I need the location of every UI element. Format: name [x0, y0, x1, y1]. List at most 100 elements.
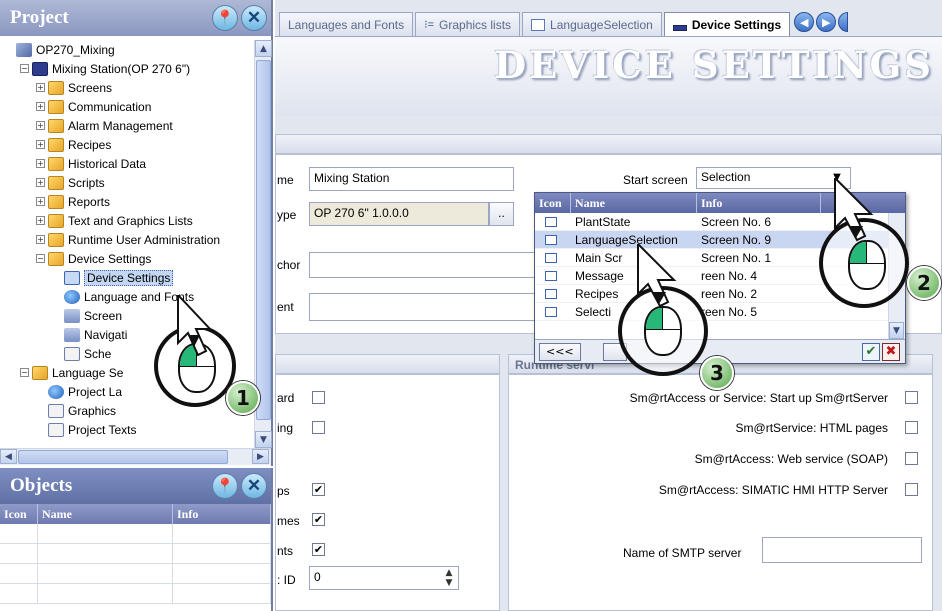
folder-icon: [32, 365, 48, 380]
tree-node[interactable]: + Screens: [0, 78, 254, 97]
pin-icon[interactable]: 📍: [212, 473, 238, 499]
tab-languages-and-fonts[interactable]: Languages and Fonts: [279, 12, 414, 36]
pointer-arrow-icon: [637, 244, 677, 308]
id-spinner-field[interactable]: 0: [309, 566, 459, 590]
option-checkbox[interactable]: [312, 421, 325, 434]
tab-language-selection[interactable]: LanguageSelection: [522, 12, 662, 36]
expand-icon[interactable]: +: [36, 102, 45, 111]
objects-panel-title: Objects 📍 ✕: [0, 468, 271, 504]
expand-icon[interactable]: +: [36, 121, 45, 130]
tree-node[interactable]: + Scripts: [0, 173, 254, 192]
tree-node-label: Device Settings: [68, 251, 152, 266]
table-row[interactable]: [0, 544, 271, 564]
tree-horizontal-scrollbar[interactable]: ◀ ▶: [0, 448, 271, 465]
table-row[interactable]: [0, 524, 271, 544]
option-checkbox[interactable]: ✔: [312, 543, 325, 556]
folder-icon: [48, 175, 64, 190]
tree-node-label: Screens: [68, 80, 113, 95]
tree-node[interactable]: + Reports: [0, 192, 254, 211]
device-type-browse-button[interactable]: ..: [489, 202, 514, 226]
tree-node-label: Communication: [68, 99, 152, 114]
expand-icon[interactable]: +: [36, 159, 45, 168]
collapse-icon[interactable]: −: [36, 254, 45, 263]
tree-node[interactable]: + Communication: [0, 97, 254, 116]
column-header-name[interactable]: Name: [571, 193, 697, 213]
objects-table-header: Icon Name Info: [0, 504, 271, 524]
expand-icon[interactable]: +: [36, 178, 45, 187]
column-header-icon[interactable]: Icon: [535, 193, 571, 213]
tree-hscroll-thumb[interactable]: [18, 450, 228, 464]
tree-node-label: Scripts: [68, 175, 105, 190]
scroll-down-icon[interactable]: ▼: [255, 431, 272, 448]
smtp-server-field[interactable]: [762, 537, 922, 563]
runtime-service-checkbox[interactable]: [905, 391, 918, 404]
column-header-name[interactable]: Name: [38, 504, 173, 524]
close-icon[interactable]: ✕: [241, 473, 267, 499]
folder-icon: [48, 194, 64, 209]
tree-node[interactable]: − Mixing Station(OP 270 6"): [0, 59, 254, 78]
callout-1: 1: [150, 295, 260, 415]
column-header-icon[interactable]: Icon: [0, 504, 38, 524]
scroll-left-icon[interactable]: ◀: [0, 449, 17, 464]
screen-icon: [545, 253, 557, 263]
tree-node[interactable]: Device Settings: [0, 268, 254, 287]
tree-node-label: Device Settings: [84, 269, 174, 286]
column-header-info[interactable]: Info: [173, 504, 271, 524]
table-row[interactable]: [0, 584, 271, 604]
confirm-check-icon[interactable]: ✔: [862, 343, 880, 361]
option-checkbox[interactable]: ✔: [312, 513, 325, 526]
collapse-icon[interactable]: −: [20, 64, 29, 73]
collapse-icon[interactable]: −: [20, 368, 29, 377]
tree-node[interactable]: − Device Settings: [0, 249, 254, 268]
tab-scroll-right-icon[interactable]: ▶: [816, 12, 837, 32]
step-badge: 2: [907, 266, 941, 300]
author-field[interactable]: [309, 252, 549, 278]
tree-node[interactable]: + Text and Graphics Lists: [0, 211, 254, 230]
option-checkbox[interactable]: ✔: [312, 483, 325, 496]
expand-icon[interactable]: +: [36, 235, 45, 244]
back-button[interactable]: <<<: [539, 343, 581, 361]
column-header-info[interactable]: Info: [697, 193, 821, 213]
option-checkbox[interactable]: [312, 391, 325, 404]
expand-icon[interactable]: +: [36, 140, 45, 149]
tree-node-label: Project La: [68, 384, 123, 399]
comment-field[interactable]: [309, 293, 549, 321]
pin-icon[interactable]: 📍: [212, 5, 238, 31]
cancel-x-icon[interactable]: ✖: [882, 343, 900, 361]
tree-node[interactable]: OP270_Mixing: [0, 40, 254, 59]
expand-icon[interactable]: +: [36, 197, 45, 206]
tree-node-label: Language Se: [52, 365, 124, 380]
tree-node[interactable]: + Historical Data: [0, 154, 254, 173]
tree-node[interactable]: + Alarm Management: [0, 116, 254, 135]
runtime-service-checkbox[interactable]: [905, 483, 918, 496]
device-icon: [32, 61, 48, 76]
name-field[interactable]: Mixing Station: [309, 167, 514, 191]
tab-scroll-left-icon[interactable]: ◀: [794, 12, 815, 32]
screen-icon: [545, 307, 557, 317]
table-row[interactable]: [0, 564, 271, 584]
scroll-up-icon[interactable]: ▲: [255, 40, 272, 57]
close-icon[interactable]: ✕: [241, 5, 267, 31]
expand-icon[interactable]: +: [36, 83, 45, 92]
expand-icon[interactable]: +: [36, 216, 45, 225]
globe-icon: [48, 384, 64, 399]
tab-graphics-lists[interactable]: ⁝= Graphics lists: [415, 12, 521, 36]
tree-node[interactable]: + Recipes: [0, 135, 254, 154]
objects-table-body: [0, 524, 271, 611]
tree-node-label: Project Texts: [68, 422, 137, 437]
tab-close-icon[interactable]: [838, 12, 849, 32]
tree-node[interactable]: Project Texts: [0, 420, 254, 439]
folder-icon: [48, 99, 64, 114]
tab-label: Graphics lists: [439, 17, 512, 32]
tree-node-label: Runtime User Administration: [68, 232, 221, 247]
scroll-down-icon[interactable]: ▼: [889, 322, 904, 339]
folder-icon: [48, 118, 64, 133]
tree-node[interactable]: + Runtime User Administration: [0, 230, 254, 249]
spinner-arrows-icon[interactable]: ▲ ▼: [441, 568, 457, 588]
screen-icon: [531, 18, 546, 31]
runtime-service-checkbox[interactable]: [905, 421, 918, 434]
runtime-service-checkbox[interactable]: [905, 452, 918, 465]
scroll-right-icon[interactable]: ▶: [252, 449, 269, 464]
tree-node-label: Sche: [84, 346, 112, 361]
tab-device-settings[interactable]: Device Settings: [663, 12, 791, 36]
